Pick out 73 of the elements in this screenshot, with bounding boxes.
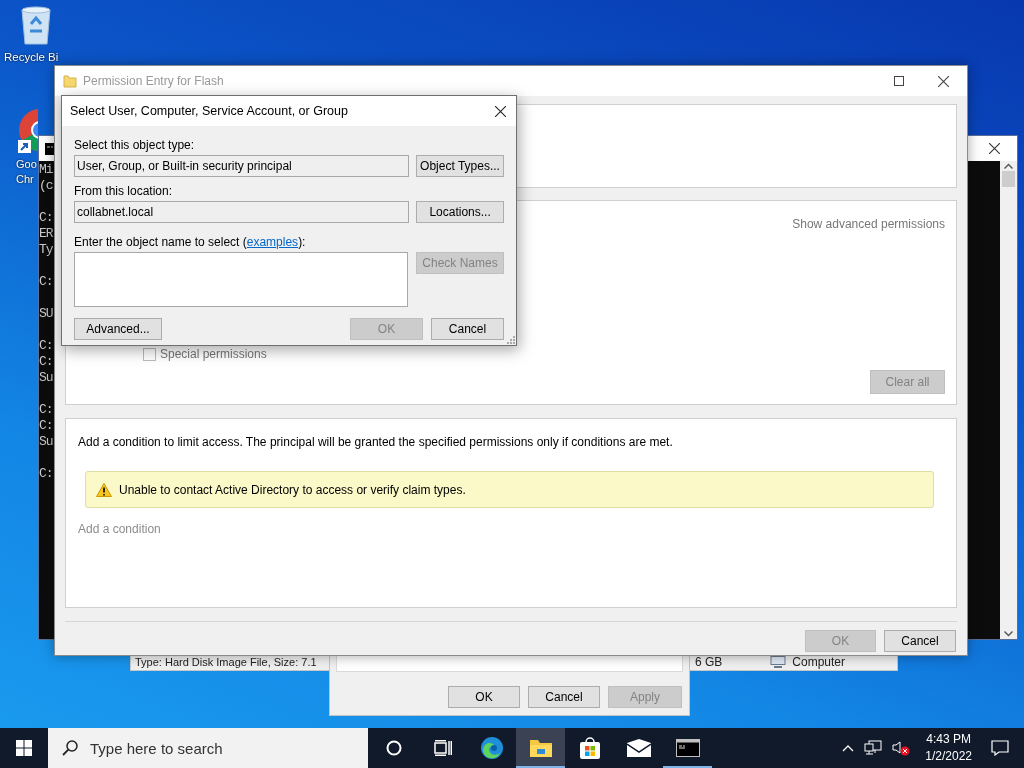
dialog-button[interactable]: Cancel (884, 630, 956, 652)
console-line: C: (39, 210, 53, 226)
console-line: C: (39, 402, 53, 418)
circle-icon (385, 740, 402, 756)
console-line: C: (39, 274, 53, 290)
icon-label: Goo Chr (16, 157, 36, 187)
scroll-thumb[interactable] (1002, 171, 1015, 187)
search-field[interactable]: Type here to search (48, 728, 368, 768)
status-text: Computer (792, 655, 845, 669)
computer-icon (770, 656, 787, 668)
field-label: Enter the object name to select (examples): (74, 235, 306, 249)
console-line: Ty (39, 242, 53, 258)
maximize-icon[interactable] (894, 76, 904, 86)
folder-icon (63, 74, 77, 88)
taskbar-app[interactable] (516, 728, 565, 768)
edge-icon (479, 736, 504, 760)
object-types-button[interactable]: Object Types... (416, 155, 504, 177)
shopping-bag-icon (577, 736, 602, 760)
recycle-bin-icon[interactable] (19, 4, 53, 46)
console-line: (c (39, 178, 53, 194)
shortcut-arrow-icon (18, 140, 31, 153)
status-text: 6 GB (694, 655, 723, 669)
scrollbar[interactable] (1000, 161, 1017, 639)
locations-button[interactable]: Locations... (416, 201, 504, 223)
location-field[interactable]: collabnet.local (74, 201, 410, 223)
chevron-up-icon[interactable] (842, 744, 855, 752)
clock-time: 4:43 PM (926, 731, 971, 748)
console-line: Su (39, 370, 53, 386)
dialog-button[interactable]: Cancel (528, 686, 600, 708)
console-line: SU (39, 306, 53, 322)
console-line: ER (39, 226, 53, 242)
scroll-down-icon[interactable] (1004, 631, 1013, 637)
console-line: Mi (39, 162, 53, 178)
windows-logo-icon[interactable] (16, 740, 32, 756)
resize-grip-icon[interactable] (507, 336, 515, 344)
warning-text: Unable to contact Active Directory to access or verify claim types. (119, 482, 466, 497)
console-line: Su (39, 434, 53, 450)
window-title: Permission Entry for Flash (83, 74, 224, 88)
icon-label: Recycle Bi (4, 50, 59, 65)
field-label: Select this object type: (74, 138, 195, 152)
close-icon[interactable] (495, 105, 506, 117)
network-icon[interactable] (864, 740, 883, 756)
close-icon[interactable] (938, 75, 949, 87)
muted-speaker-icon[interactable] (892, 740, 911, 756)
checkbox-label: Special permissions (160, 347, 267, 361)
clock[interactable]: 4:43 PM 1/2/2022 (925, 731, 972, 765)
console-line: C: (39, 418, 53, 434)
close-icon[interactable] (989, 143, 1000, 154)
console-icon (675, 739, 700, 757)
object-type-field[interactable]: User, Group, or Built-in security principal (74, 155, 409, 177)
examples-link[interactable]: examples (246, 235, 299, 249)
warning-icon (96, 482, 112, 497)
scroll-up-icon[interactable] (1004, 163, 1013, 169)
object-name-field[interactable] (74, 252, 408, 307)
checkbox[interactable] (143, 347, 156, 361)
dialog-button[interactable]: OK (448, 686, 520, 708)
mail-icon (626, 739, 651, 757)
console-line: C: (39, 338, 53, 354)
field-label: From this location: (74, 184, 173, 198)
dialog-button[interactable]: Cancel (431, 318, 504, 340)
clock-date: 1/2/2022 (925, 748, 972, 765)
task-view-icon (433, 740, 452, 756)
condition-text: Add a condition to limit access. The principal will be granted the specified permissions only if conditions are met. (78, 435, 673, 449)
notification-icon[interactable] (991, 740, 1009, 756)
search-icon (62, 740, 78, 756)
show-advanced-link[interactable]: Show advanced permissions (792, 217, 945, 231)
dialog-title: Select User, Computer, Service Account, or Group (70, 104, 348, 118)
folder-icon (528, 738, 553, 758)
status-text: Type: Hard Disk Image File, Size: 7.1 (135, 655, 317, 669)
add-condition-link[interactable]: Add a condition (78, 522, 161, 536)
advanced-button[interactable]: Advanced... (74, 318, 162, 340)
console-line: C: (39, 466, 53, 482)
console-line: C: (39, 354, 53, 370)
